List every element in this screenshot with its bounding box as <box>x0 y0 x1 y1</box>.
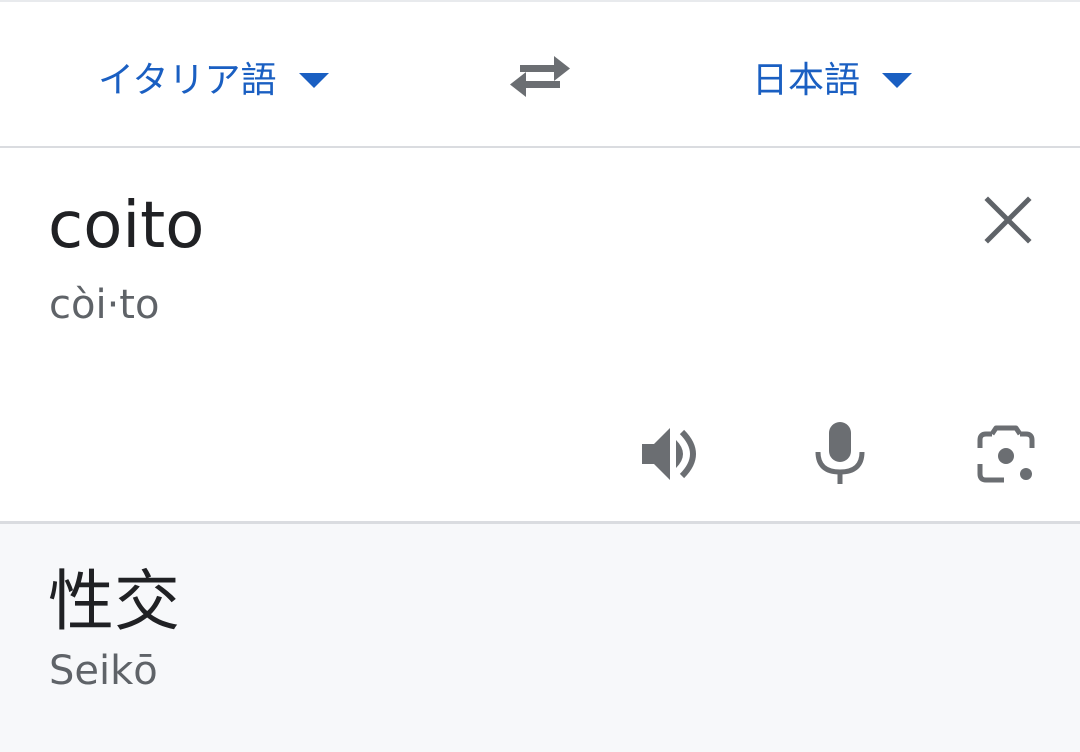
swap-languages-button[interactable] <box>508 48 572 104</box>
clear-text-button[interactable] <box>980 192 1036 248</box>
translation-output-panel[interactable]: 性交 Seikō <box>0 524 1080 752</box>
caret-down-icon <box>882 72 913 88</box>
camera-lens-icon <box>977 425 1035 483</box>
listen-button[interactable] <box>638 420 706 488</box>
close-icon <box>984 196 1032 244</box>
source-text[interactable]: coito <box>48 188 204 264</box>
caret-down-icon <box>298 72 329 88</box>
target-language-label: 日本語 <box>752 60 861 101</box>
camera-translate-button[interactable] <box>972 420 1040 488</box>
translate-app: イタリア語 日本語 coito còi·to 性交 Seikō <box>0 0 1080 752</box>
language-bar: イタリア語 日本語 <box>0 0 1080 146</box>
swap-arrows-icon <box>510 56 570 97</box>
translated-phonetic: Seikō <box>49 648 158 694</box>
source-input-panel[interactable]: coito còi·to <box>0 148 1080 522</box>
voice-input-button[interactable] <box>806 420 874 488</box>
source-phonetic: còi·to <box>49 282 160 328</box>
source-language-button[interactable]: イタリア語 <box>98 50 329 104</box>
source-language-label: イタリア語 <box>98 60 277 101</box>
translated-text: 性交 <box>48 563 180 640</box>
microphone-icon <box>815 422 865 484</box>
speaker-icon <box>642 428 696 480</box>
target-language-button[interactable]: 日本語 <box>752 50 913 104</box>
